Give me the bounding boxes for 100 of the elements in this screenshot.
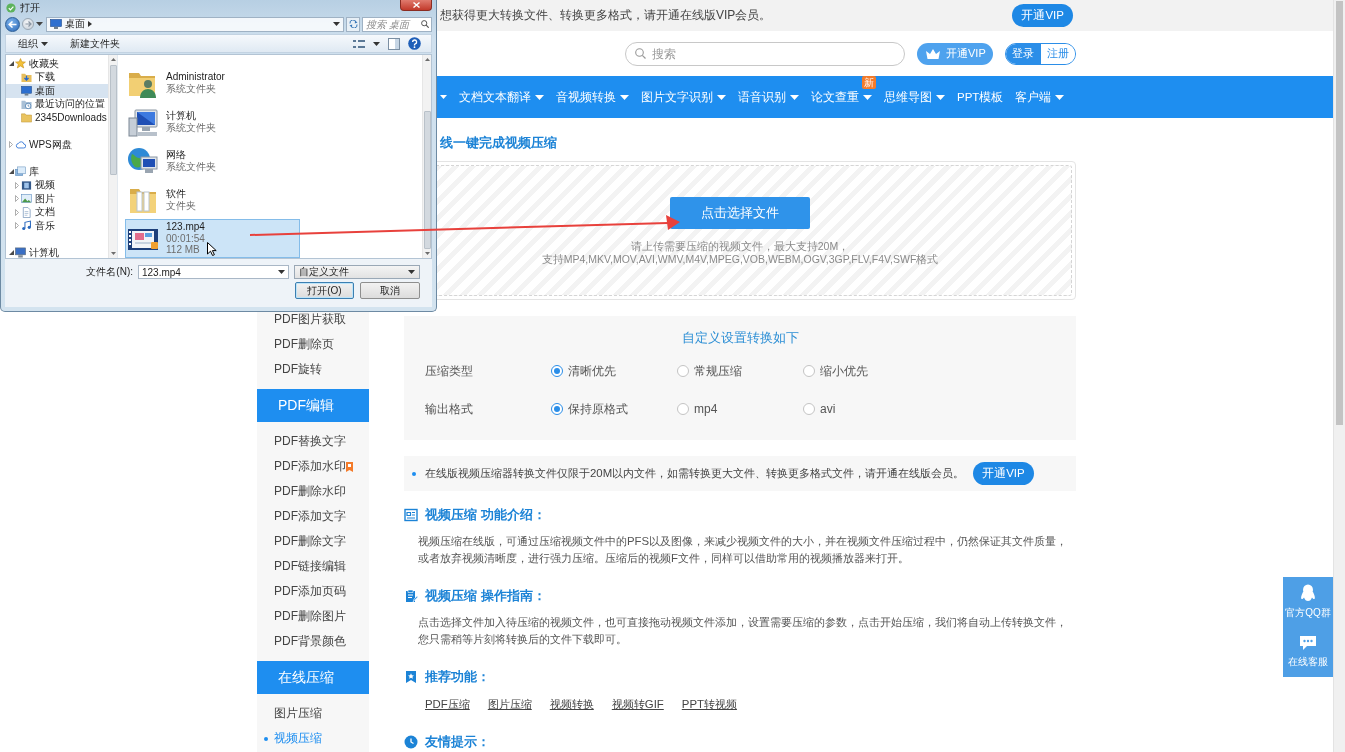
feature-link[interactable]: PPT转视频: [681, 696, 737, 713]
caret-icon: [620, 94, 629, 100]
nav-pane-item[interactable]: 桌面: [6, 84, 108, 98]
radio-button[interactable]: [551, 403, 563, 415]
download-folder-icon: [21, 71, 32, 83]
library-icon: [15, 166, 26, 178]
feature-link[interactable]: 图片压缩: [487, 696, 532, 713]
file-name-field[interactable]: 123.mp4: [138, 265, 289, 279]
nav-pane-item[interactable]: 2345Downloads: [6, 111, 108, 125]
scrollbar-thumb[interactable]: [109, 65, 117, 175]
caret-icon: [936, 94, 945, 100]
file-name: 网络: [166, 149, 187, 161]
app-icon: [6, 2, 16, 13]
arrow-left-icon: [8, 20, 17, 28]
radio-option[interactable]: 保持原格式: [551, 400, 628, 418]
refresh-button[interactable]: [346, 16, 360, 32]
radio-option[interactable]: mp4: [677, 402, 718, 416]
help-icon[interactable]: [408, 37, 421, 50]
nav-pane-item[interactable]: 计算机: [6, 246, 108, 258]
recent-places-icon: [21, 98, 32, 110]
sidebar-item[interactable]: PDF删除图片: [257, 604, 369, 629]
nav-pane-item[interactable]: 下载: [6, 70, 108, 84]
film-icon: [21, 179, 32, 191]
folder-icon: [21, 112, 32, 124]
sidebar-item[interactable]: PDF背景颜色: [257, 629, 369, 654]
sidebar-item[interactable]: PDF删除页: [257, 332, 369, 357]
radio-option[interactable]: 缩小优先: [803, 362, 868, 380]
notice-text: 在线版视频压缩器转换文件仅限于20M以内文件，如需转换更大文件、转换更多格式文件，请开通在线版会员。: [425, 466, 965, 481]
close-button[interactable]: [400, 0, 432, 11]
dialog-button[interactable]: 打开(O): [295, 282, 354, 299]
nav-pane-item[interactable]: 库: [6, 165, 108, 179]
upload-hint: 支持MP4,MKV,MOV,AVI,WMV,M4V,MPEG,VOB,WEBM,OGV,3GP,FLV,F4V,SWF格式: [541, 253, 939, 266]
sidebar-item[interactable]: PDF添加文字: [257, 504, 369, 529]
scrollbar-track[interactable]: [108, 55, 117, 258]
nav-pane-item[interactable]: 音乐: [6, 219, 108, 233]
radio-button[interactable]: [803, 403, 815, 415]
scrollbar-thumb[interactable]: [423, 111, 431, 249]
file-item[interactable]: 计算机 系统文件夹: [125, 102, 300, 141]
sidebar-item[interactable]: PDF添加页码: [257, 579, 369, 604]
dialog-button[interactable]: 取消: [360, 282, 420, 299]
file-name: Administrator: [166, 71, 225, 83]
search-field[interactable]: 搜索 桌面: [362, 16, 432, 32]
chevron-right-icon: [88, 21, 92, 27]
vip-button[interactable]: 开通VIP: [1012, 4, 1073, 27]
radio-option[interactable]: 常规压缩: [677, 362, 742, 380]
sidebar-item[interactable]: PDF删除水印: [257, 479, 369, 504]
forward-button[interactable]: [22, 18, 34, 30]
nav-pane-item[interactable]: 图片: [6, 192, 108, 206]
view-options-icon[interactable]: [353, 38, 365, 49]
radio-button[interactable]: [803, 365, 815, 377]
back-button[interactable]: [5, 16, 20, 32]
feature-link[interactable]: PDF压缩: [425, 696, 470, 713]
preview-pane-icon[interactable]: [388, 37, 400, 50]
file-item[interactable]: 网络 系统文件夹: [125, 141, 300, 180]
new-badge: 新: [862, 76, 876, 89]
file-name-label: 文件名(N):: [86, 266, 133, 278]
feature-link[interactable]: 视频转GIF: [611, 696, 664, 713]
scrollbar-track[interactable]: [422, 55, 431, 258]
file-item[interactable]: 软件 文件夹: [125, 180, 300, 219]
radio-button[interactable]: [551, 365, 563, 377]
scrollbar-track[interactable]: [1333, 0, 1345, 752]
toolbar-button[interactable]: 新建文件夹: [70, 36, 120, 51]
file-detail: 文件夹: [166, 199, 196, 211]
radio-option[interactable]: avi: [803, 402, 836, 416]
radio-button[interactable]: [677, 403, 689, 415]
nav-pane-item[interactable]: 视频: [6, 178, 108, 192]
file-type-dropdown[interactable]: 自定义文件: [294, 265, 420, 279]
feature-link[interactable]: 视频转换: [549, 696, 594, 713]
caret-icon: [408, 270, 415, 274]
section-title: 视频压缩 操作指南：: [425, 587, 546, 605]
vip-button[interactable]: 开通VIP: [973, 462, 1034, 485]
scroll-up-icon: [110, 58, 116, 61]
sidebar-item[interactable]: 图片压缩: [257, 701, 369, 726]
refresh-icon: [348, 20, 358, 28]
caret-icon: [333, 22, 340, 26]
file-item[interactable]: 123.mp4 00:01:54 112 MB: [125, 219, 300, 258]
nav-pane-item[interactable]: WPS网盘: [6, 138, 108, 152]
sidebar-item[interactable]: PDF链接编辑: [257, 554, 369, 579]
file-item[interactable]: Administrator 系统文件夹: [125, 63, 300, 102]
search-field[interactable]: 搜索: [625, 41, 905, 66]
toolbar-button[interactable]: 组织: [18, 36, 48, 51]
radio-option[interactable]: 清晰优先: [551, 362, 616, 380]
nav-pane-item[interactable]: 收藏夹: [6, 57, 108, 71]
nav-pane-item[interactable]: 最近访问的位置: [6, 97, 108, 111]
sidebar-item[interactable]: PDF替换文字: [257, 429, 369, 454]
sidebar-item[interactable]: PDF添加水印: [257, 454, 369, 479]
section-title: 视频压缩 功能介绍：: [425, 506, 546, 524]
caret-icon: [36, 22, 43, 26]
caret-icon: [41, 41, 48, 46]
address-bar[interactable]: 桌面: [46, 16, 344, 32]
caret-icon: [863, 94, 872, 100]
scroll-down-icon: [424, 252, 430, 255]
search-icon: [635, 48, 646, 59]
file-detail: 112 MB: [166, 244, 201, 256]
nav-pane-item[interactable]: 文档: [6, 205, 108, 219]
breadcrumb-item[interactable]: 桌面: [65, 18, 85, 30]
scrollbar-thumb[interactable]: [1336, 1, 1343, 425]
sidebar-item[interactable]: PDF删除文字: [257, 529, 369, 554]
radio-button[interactable]: [677, 365, 689, 377]
sidebar-item[interactable]: PDF旋转: [257, 357, 369, 382]
